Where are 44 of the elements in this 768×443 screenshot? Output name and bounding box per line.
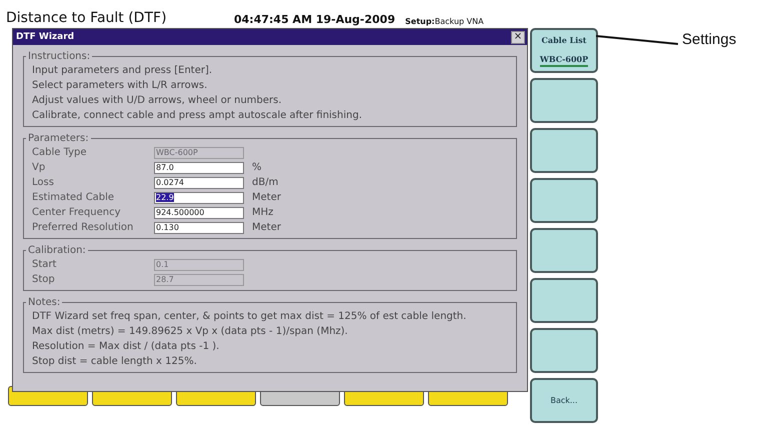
note-text: Resolution = Max dist / (data pts -1 ). bbox=[32, 340, 220, 354]
setup-label: Setup:Backup VNA bbox=[405, 17, 484, 26]
input-field[interactable]: 0.130 bbox=[154, 222, 244, 234]
group-legend: Notes: bbox=[26, 297, 62, 308]
field-label: Center Frequency bbox=[32, 207, 122, 218]
screen-title: Distance to Fault (DTF) bbox=[6, 10, 168, 26]
softkey-button[interactable] bbox=[530, 328, 598, 373]
unit-label: % bbox=[252, 162, 262, 173]
date-time: 04:47:45 AM 19-Aug-2009 bbox=[234, 13, 396, 26]
input-field[interactable]: 924.500000 bbox=[154, 206, 244, 218]
instruction-text: Adjust values with U/D arrows, wheel or numbers. bbox=[32, 94, 283, 108]
softkey-button[interactable] bbox=[530, 78, 598, 123]
input-field[interactable]: 0.0274 bbox=[154, 176, 244, 188]
softkey-button[interactable]: Back... bbox=[530, 378, 598, 423]
field-label: Vp bbox=[32, 162, 46, 173]
softkey-button[interactable]: Cable List WBC-600P bbox=[530, 28, 598, 73]
unit-label: MHz bbox=[252, 207, 274, 218]
field-label: Cable Type bbox=[32, 147, 88, 158]
instruction-text: Input parameters and press [Enter]. bbox=[32, 64, 214, 78]
input-field[interactable]: 87.0 bbox=[154, 162, 244, 174]
dialog-title: DTF Wizard bbox=[16, 32, 74, 42]
note-text: DTF Wizard set freq span, center, & points to get max dist = 125% of est cable length. bbox=[32, 310, 468, 324]
group-legend: Calibration: bbox=[26, 245, 88, 256]
callout-label: Settings bbox=[682, 31, 736, 48]
softkey-button[interactable] bbox=[530, 128, 598, 173]
unit-label: Meter bbox=[252, 222, 281, 233]
softkey-button[interactable] bbox=[530, 228, 598, 273]
softkey-button[interactable] bbox=[530, 178, 598, 223]
field-label: Start bbox=[32, 259, 58, 270]
field-label: Stop bbox=[32, 274, 56, 285]
group-legend: Parameters: bbox=[26, 133, 91, 144]
note-text: Stop dist = cable length x 125%. bbox=[32, 355, 198, 369]
field-label: Preferred Resolution bbox=[32, 222, 134, 233]
field-label: Estimated Cable bbox=[32, 192, 116, 203]
unit-label: Meter bbox=[252, 192, 281, 203]
softkey-button[interactable] bbox=[530, 278, 598, 323]
close-button[interactable]: × bbox=[511, 30, 525, 44]
note-text: Max dist (metrs) = 149.89625 x Vp x (data pts - 1)/span (Mhz). bbox=[32, 325, 349, 339]
input-field[interactable]: 22.9 bbox=[154, 192, 244, 204]
field-label: Loss bbox=[32, 177, 55, 188]
unit-label: dB/m bbox=[252, 177, 278, 188]
instruction-text: Select parameters with L/R arrows. bbox=[32, 79, 208, 93]
group-legend: Instructions: bbox=[26, 51, 92, 62]
instruction-text: Calibrate, connect cable and press ampt autoscale after finishing. bbox=[32, 109, 363, 123]
